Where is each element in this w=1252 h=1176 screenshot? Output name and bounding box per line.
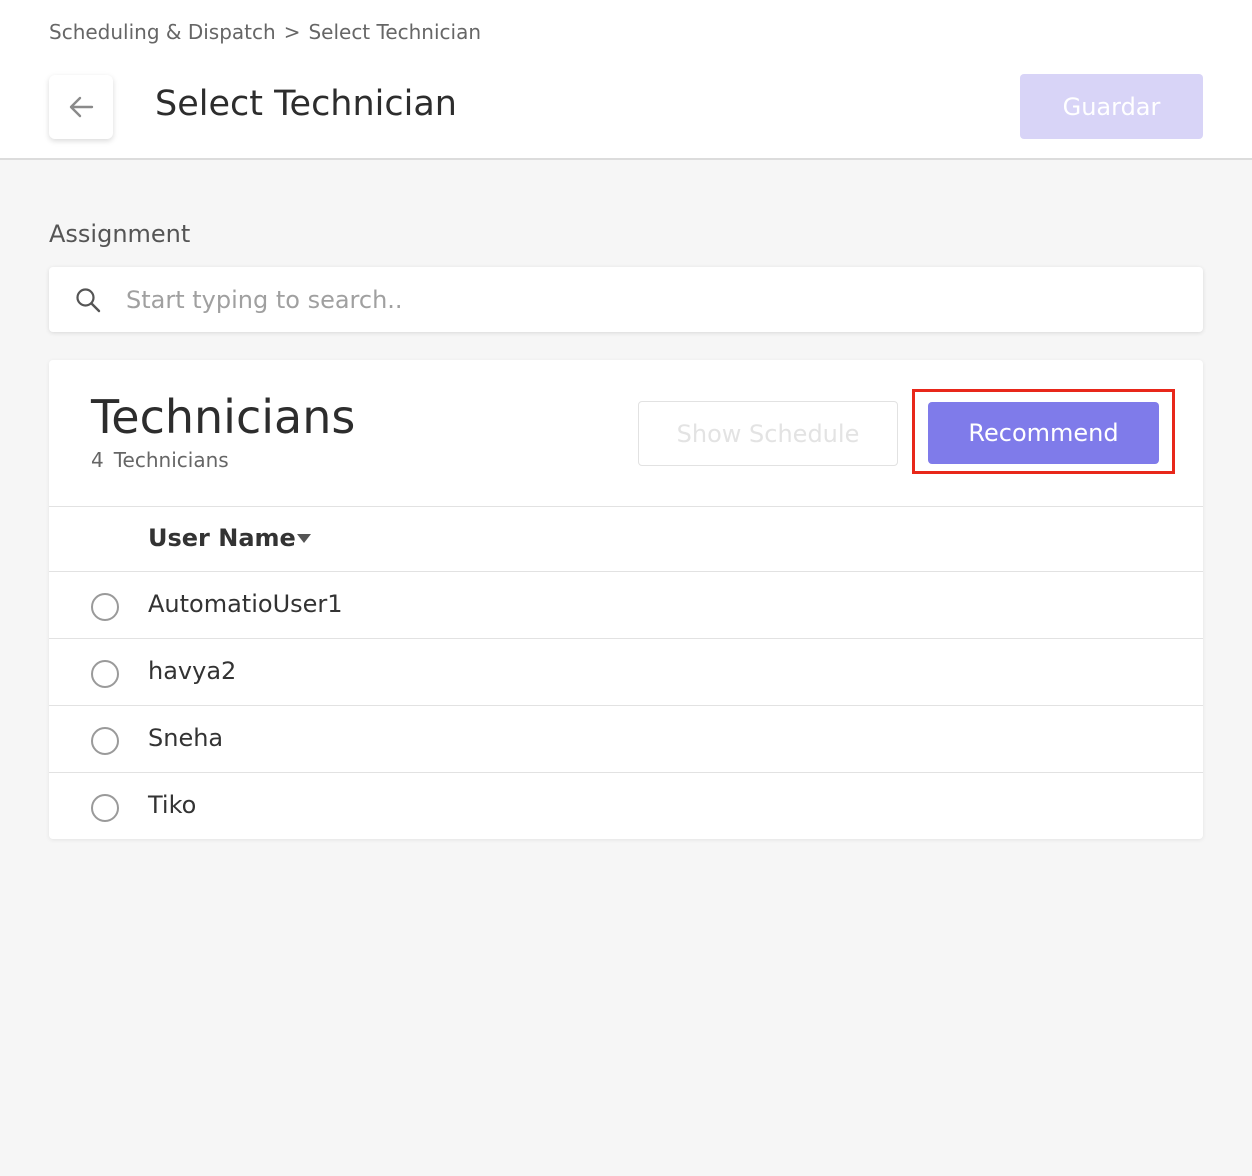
technician-radio[interactable]	[91, 593, 119, 621]
search-box	[49, 267, 1203, 332]
technician-name: havya2	[148, 657, 237, 685]
arrow-left-icon	[69, 96, 94, 118]
technicians-count-label: Technicians	[113, 448, 229, 472]
back-button[interactable]	[49, 75, 113, 139]
breadcrumb-parent[interactable]: Scheduling & Dispatch	[49, 20, 276, 44]
technician-name: Sneha	[148, 724, 224, 752]
table-row[interactable]: AutomatioUser1	[49, 572, 1203, 639]
table-header: User Name	[49, 506, 1203, 572]
caret-down-icon[interactable]	[297, 534, 311, 544]
assignment-label: Assignment	[49, 220, 191, 248]
recommend-button[interactable]: Recommend	[928, 402, 1159, 464]
technician-name: Tiko	[148, 791, 197, 819]
table-row[interactable]: Sneha	[49, 706, 1203, 773]
technicians-table: User Name AutomatioUser1 havya2 Sneha Tiko	[49, 506, 1203, 840]
page-header: Scheduling & Dispatch > Select Technician …	[0, 0, 1252, 160]
table-body: AutomatioUser1 havya2 Sneha Tiko	[49, 572, 1203, 840]
page-title: Select Technician	[155, 84, 457, 124]
breadcrumb-current: Select Technician	[308, 20, 482, 44]
search-icon	[76, 288, 101, 313]
technicians-title: Technicians	[91, 390, 356, 444]
show-schedule-button[interactable]: Show Schedule	[638, 401, 898, 466]
search-input[interactable]	[126, 277, 1186, 322]
table-row[interactable]: Tiko	[49, 773, 1203, 840]
table-row[interactable]: havya2	[49, 639, 1203, 706]
technicians-card: Technicians 4 Technicians Show Schedule R…	[49, 360, 1203, 839]
save-button[interactable]: Guardar	[1020, 74, 1203, 139]
breadcrumb-separator: >	[283, 20, 301, 44]
technicians-count: 4 Technicians	[91, 448, 229, 472]
column-header-user-name[interactable]: User Name	[148, 524, 296, 552]
technician-radio[interactable]	[91, 727, 119, 755]
technician-name: AutomatioUser1	[148, 590, 343, 618]
technician-radio[interactable]	[91, 794, 119, 822]
technician-radio[interactable]	[91, 660, 119, 688]
breadcrumb: Scheduling & Dispatch > Select Technician	[49, 20, 481, 44]
technicians-count-number: 4	[91, 448, 104, 472]
